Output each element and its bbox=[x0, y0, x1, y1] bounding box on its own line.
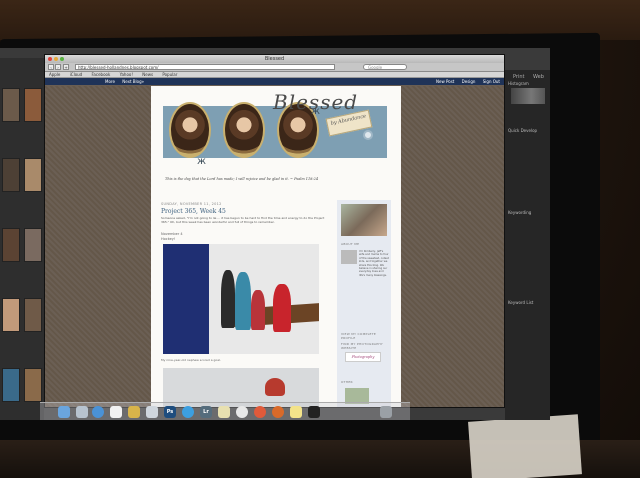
lightroom-icon[interactable]: Lr bbox=[200, 406, 212, 418]
lr-panel-keyword-list[interactable]: Keyword List bbox=[508, 300, 533, 305]
bookmark-item[interactable]: Facebook bbox=[92, 72, 111, 77]
blog-column: Blessed by Abundance ж ж This is the day… bbox=[151, 86, 401, 407]
sidebar-about-heading: ABOUT ME bbox=[341, 242, 360, 246]
butterfly-icon: ж bbox=[197, 156, 207, 167]
itunes-icon[interactable] bbox=[236, 406, 248, 418]
photoshop-label: Ps bbox=[166, 409, 174, 415]
calendar-icon[interactable] bbox=[110, 406, 122, 418]
post-section-note: Hockey! bbox=[161, 237, 176, 241]
photos-icon[interactable] bbox=[128, 406, 140, 418]
post-section-date: November 4 bbox=[161, 232, 183, 236]
stickies-icon[interactable] bbox=[290, 406, 302, 418]
lr-thumbnail[interactable] bbox=[2, 158, 20, 192]
back-button[interactable]: ‹ bbox=[48, 64, 54, 70]
appstore-icon[interactable] bbox=[182, 406, 194, 418]
lr-thumbnail[interactable] bbox=[24, 88, 42, 122]
lr-panel-quick-develop[interactable]: Quick Develop bbox=[508, 128, 537, 133]
post-photo-kids[interactable] bbox=[163, 244, 319, 354]
lightroom-right-panel: Print Web Histogram Quick Develop Keywor… bbox=[505, 70, 550, 420]
lightroom-left-panel bbox=[0, 58, 44, 420]
photo-child bbox=[235, 272, 251, 330]
address-bar[interactable]: http://blessed-hollandnes.blogspot.com/ bbox=[75, 64, 335, 70]
butterfly-icon: ж bbox=[311, 106, 321, 117]
navbar-more[interactable]: More bbox=[105, 79, 115, 84]
photo-child bbox=[251, 290, 265, 330]
lr-tab-print[interactable]: Print bbox=[513, 74, 525, 80]
header-portrait bbox=[169, 102, 211, 158]
lr-tab-web[interactable]: Web bbox=[533, 74, 544, 80]
flower-icon bbox=[363, 130, 373, 140]
lr-thumbnail[interactable] bbox=[2, 228, 20, 262]
notes-icon[interactable] bbox=[218, 406, 230, 418]
bookmark-item[interactable]: Popular bbox=[162, 72, 177, 77]
firefox-icon[interactable] bbox=[272, 406, 284, 418]
lr-panel-histogram[interactable]: Histogram bbox=[508, 81, 529, 86]
post-title[interactable]: Project 365, Week 45 bbox=[161, 208, 226, 215]
photo-child bbox=[221, 270, 235, 328]
sidebar-profile-photo[interactable] bbox=[341, 250, 357, 264]
sidebar-photography-badge[interactable]: Photography bbox=[345, 352, 381, 362]
trash-icon[interactable] bbox=[380, 406, 392, 418]
lr-thumbnail[interactable] bbox=[2, 368, 20, 402]
safari-icon[interactable] bbox=[92, 406, 104, 418]
sidebar-other-heading: OTHER bbox=[341, 380, 353, 384]
lr-histogram bbox=[511, 88, 545, 104]
lightroom-label: Lr bbox=[203, 409, 209, 415]
dock: Ps Lr bbox=[40, 402, 410, 420]
post-intro: Someone asked, "I'm not going to lie ...… bbox=[161, 216, 325, 224]
blogger-navbar: More Next Blog» New Post Design Sign Out bbox=[45, 78, 504, 85]
lr-thumbnail[interactable] bbox=[24, 368, 42, 402]
bookmark-item[interactable]: iCloud bbox=[70, 72, 83, 77]
navbar-sign-out[interactable]: Sign Out bbox=[483, 79, 500, 84]
bookmark-item[interactable]: Apple bbox=[49, 72, 60, 77]
title-bar: Blessed bbox=[45, 55, 504, 63]
sidebar-profile-link[interactable]: VIEW MY COMPLETE PROFILE bbox=[341, 332, 391, 340]
photo-caption: My nine-year-old nephew scored a goal. bbox=[161, 358, 221, 362]
bookmark-item[interactable]: Yahoo! bbox=[120, 72, 133, 77]
blog-header[interactable]: Blessed by Abundance ж ж bbox=[163, 90, 387, 178]
browser-window: Blessed ‹ › + http://blessed-hollandnes.… bbox=[44, 54, 505, 408]
lr-thumbnail[interactable] bbox=[24, 158, 42, 192]
header-portrait bbox=[223, 102, 265, 158]
header-verse: This is the day that the Lord has made; … bbox=[165, 177, 319, 181]
photo-blue-wall bbox=[163, 244, 209, 354]
sidebar-photography-heading: FIND MY PHOTOGRAPHY WEBSITE bbox=[341, 342, 384, 350]
forward-button[interactable]: › bbox=[55, 64, 61, 70]
navbar-new-post[interactable]: New Post bbox=[436, 79, 454, 84]
browser-toolbar: ‹ › + http://blessed-hollandnes.blogspot… bbox=[45, 63, 504, 72]
share-button[interactable]: + bbox=[63, 64, 69, 70]
bookmark-item[interactable]: News bbox=[142, 72, 153, 77]
navbar-next-blog[interactable]: Next Blog» bbox=[122, 79, 144, 84]
lr-thumbnail[interactable] bbox=[24, 228, 42, 262]
navbar-design[interactable]: Design bbox=[462, 79, 476, 84]
sidebar-about-text: I'm Kimberly, Jeff's wife and mama to fo… bbox=[359, 250, 389, 277]
lr-thumbnail[interactable] bbox=[2, 298, 20, 332]
monitor-screen: Print Web Histogram Quick Develop Keywor… bbox=[0, 48, 550, 420]
search-field[interactable]: Google bbox=[363, 64, 407, 70]
photoshop-icon[interactable]: Ps bbox=[164, 406, 176, 418]
lr-thumbnail[interactable] bbox=[2, 88, 20, 122]
finder-icon[interactable] bbox=[58, 406, 70, 418]
lr-panel-keywording[interactable]: Keywording bbox=[508, 210, 531, 215]
post-date: SUNDAY, NOVEMBER 11, 2012 bbox=[161, 202, 222, 206]
mail-icon[interactable] bbox=[76, 406, 88, 418]
terminal-icon[interactable] bbox=[308, 406, 320, 418]
chrome-icon[interactable] bbox=[254, 406, 266, 418]
page-background: Blessed by Abundance ж ж This is the day… bbox=[45, 86, 504, 407]
photo-hockey-helmet bbox=[265, 378, 285, 396]
desk-papers bbox=[468, 414, 582, 478]
sidebar-family-photo[interactable] bbox=[341, 204, 387, 236]
window-title: Blessed bbox=[264, 56, 285, 62]
lr-thumbnail[interactable] bbox=[24, 298, 42, 332]
preview-icon[interactable] bbox=[146, 406, 158, 418]
blog-sidebar: ABOUT ME I'm Kimberly, Jeff's wife and m… bbox=[337, 200, 391, 407]
photo-child bbox=[273, 284, 291, 332]
